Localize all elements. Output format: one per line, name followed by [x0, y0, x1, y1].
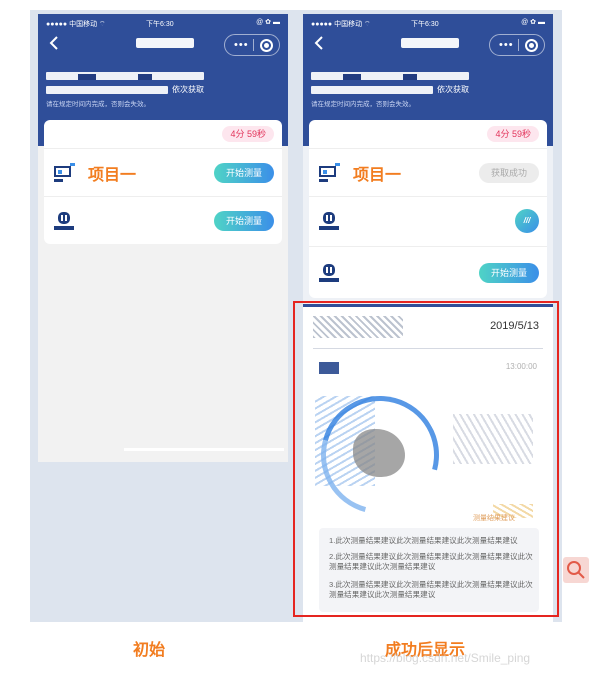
divider: [44, 148, 282, 149]
search-icon[interactable]: [563, 557, 589, 583]
page-title-masked: [136, 38, 194, 48]
close-target-icon[interactable]: [260, 39, 273, 52]
status-carrier: ●●●●● 中国移动 ⌔: [311, 21, 371, 28]
highlight-box: [293, 301, 559, 617]
masked-text: [343, 74, 361, 80]
masked-text: [311, 86, 433, 94]
device-monitor-icon: [319, 163, 340, 182]
item-label: 项目一: [353, 167, 402, 184]
status-time: 下午6:30: [146, 21, 174, 28]
masked-text: [403, 74, 417, 80]
masked-line: [124, 448, 284, 451]
hint-text: 请在规定时间内完成，否则会失效。: [311, 101, 415, 108]
capsule-divider: [518, 39, 519, 51]
divider: [44, 196, 282, 197]
device-scale-icon: [319, 212, 339, 230]
device-monitor-icon: [54, 163, 75, 182]
canvas: ●●●●● 中国移动 ⌔ 下午6:30 @ ✿ ▬ ••• 依次获取 请在规定时…: [0, 0, 593, 678]
countdown-timer: 4分 59秒: [222, 126, 274, 142]
close-target-icon[interactable]: [525, 39, 538, 52]
masked-text: [311, 72, 469, 80]
masked-text: [138, 74, 152, 80]
start-measure-button[interactable]: 开始测量: [479, 263, 539, 283]
status-bar: ●●●●● 中国移动 ⌔ 下午6:30 @ ✿ ▬: [38, 14, 288, 32]
countdown-timer: 4分 59秒: [487, 126, 539, 142]
more-icon[interactable]: •••: [499, 39, 514, 51]
masked-text: [46, 72, 204, 80]
divider: [309, 196, 547, 197]
back-icon[interactable]: [48, 35, 62, 51]
divider: [309, 148, 547, 149]
menu-capsule[interactable]: •••: [489, 34, 545, 56]
capsule-divider: [253, 39, 254, 51]
search-badge[interactable]: [563, 557, 589, 583]
device-scale-icon: [54, 212, 74, 230]
measure-card: 4分 59秒 项目一 开始测量 开始测量: [44, 120, 282, 244]
masked-text: [46, 86, 168, 94]
retry-link[interactable]: 依次获取: [437, 84, 469, 95]
status-icons: @ ✿ ▬: [521, 19, 545, 26]
masked-text: [78, 74, 96, 80]
item-label: 项目一: [88, 167, 137, 184]
watermark: https://blog.csdn.net/Smile_ping: [360, 651, 531, 665]
measure-card: 4分 59秒 项目一 获取成功 /// 开始测量: [309, 120, 547, 298]
start-measure-button[interactable]: 开始测量: [214, 211, 274, 231]
divider: [309, 246, 547, 247]
status-carrier: ●●●●● 中国移动 ⌔: [46, 21, 106, 28]
start-measure-button[interactable]: 开始测量: [214, 163, 274, 183]
more-icon[interactable]: •••: [234, 39, 249, 51]
status-time: 下午6:30: [411, 21, 439, 28]
caption-initial: 初始: [133, 642, 166, 659]
retry-link[interactable]: 依次获取: [172, 84, 204, 95]
fetch-success-button: 获取成功: [479, 163, 539, 183]
status-icons: @ ✿ ▬: [256, 19, 280, 26]
nav-bar: •••: [303, 32, 553, 58]
device-scale-icon: [319, 264, 339, 282]
back-icon[interactable]: [313, 35, 327, 51]
hint-text: 请在规定时间内完成，否则会失效。: [46, 101, 150, 108]
menu-capsule[interactable]: •••: [224, 34, 280, 56]
page-title-masked: [401, 38, 459, 48]
status-bar: ●●●●● 中国移动 ⌔ 下午6:30 @ ✿ ▬: [303, 14, 553, 32]
phone-initial: ●●●●● 中国移动 ⌔ 下午6:30 @ ✿ ▬ ••• 依次获取 请在规定时…: [38, 14, 288, 462]
loading-icon: ///: [515, 209, 539, 233]
nav-bar: •••: [38, 32, 288, 58]
